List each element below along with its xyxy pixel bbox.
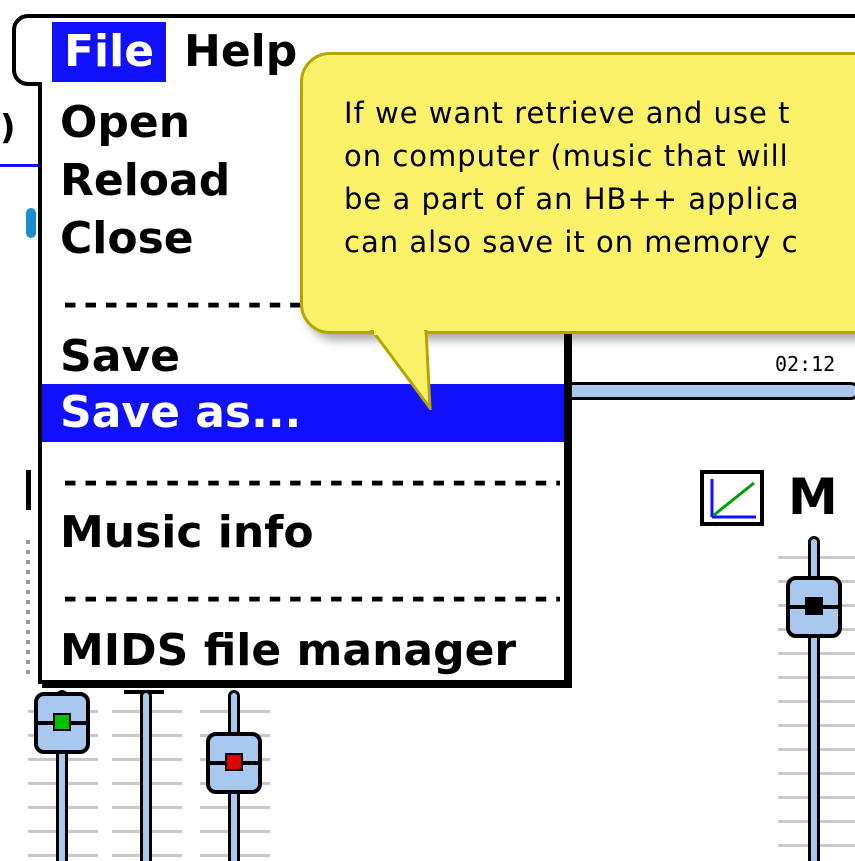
menu-file[interactable]: File xyxy=(52,22,167,82)
graph-toggle-button[interactable] xyxy=(700,470,764,526)
menu-item-save-as[interactable]: Save as... xyxy=(42,384,564,442)
volume-slider-2[interactable] xyxy=(112,690,188,861)
slider-knob[interactable] xyxy=(786,576,842,638)
slider-knob[interactable] xyxy=(34,692,90,754)
tooltip-line: If we want retrieve and use t xyxy=(344,96,791,130)
volume-slider-1[interactable] xyxy=(28,690,104,861)
hidden-underline-fragment xyxy=(0,164,38,167)
tooltip-pointer xyxy=(370,330,432,410)
menu-item-save[interactable]: Save xyxy=(42,328,564,386)
black-indicator xyxy=(805,597,823,615)
menu-help[interactable]: Help xyxy=(184,22,297,82)
hidden-dotted-fragment xyxy=(26,540,30,680)
slider-rail xyxy=(140,690,152,861)
menu-separator: --------------------------- xyxy=(60,462,560,502)
menu-item-mids-file-manager[interactable]: MIDS file manager xyxy=(42,622,564,680)
tooltip-text: If we want retrieve and use t on compute… xyxy=(344,92,855,264)
hidden-icon-fragment xyxy=(26,208,36,238)
hidden-label-fragment: ) xyxy=(0,108,16,148)
master-slider[interactable] xyxy=(778,536,855,861)
hidden-divider-fragment xyxy=(26,470,31,510)
time-display: 02:12 xyxy=(775,352,836,376)
tooltip-line: be a part of an HB++ applica xyxy=(344,182,800,216)
volume-slider-3[interactable] xyxy=(200,690,276,861)
playback-progress-bar[interactable] xyxy=(560,382,855,400)
graph-icon xyxy=(710,479,756,519)
menu-separator: --------------------------- xyxy=(60,578,560,618)
menu-item-music-info[interactable]: Music info xyxy=(42,504,564,562)
app-screen: ) File Help 02:12 M Open Reload Close Sa… xyxy=(0,0,855,861)
tooltip-line: can also save it on memory c xyxy=(344,225,799,259)
tooltip-line: on computer (music that will xyxy=(344,139,789,173)
red-indicator xyxy=(225,753,243,771)
slider-knob[interactable] xyxy=(206,732,262,794)
channel-label: M xyxy=(788,468,838,526)
green-indicator xyxy=(53,713,71,731)
